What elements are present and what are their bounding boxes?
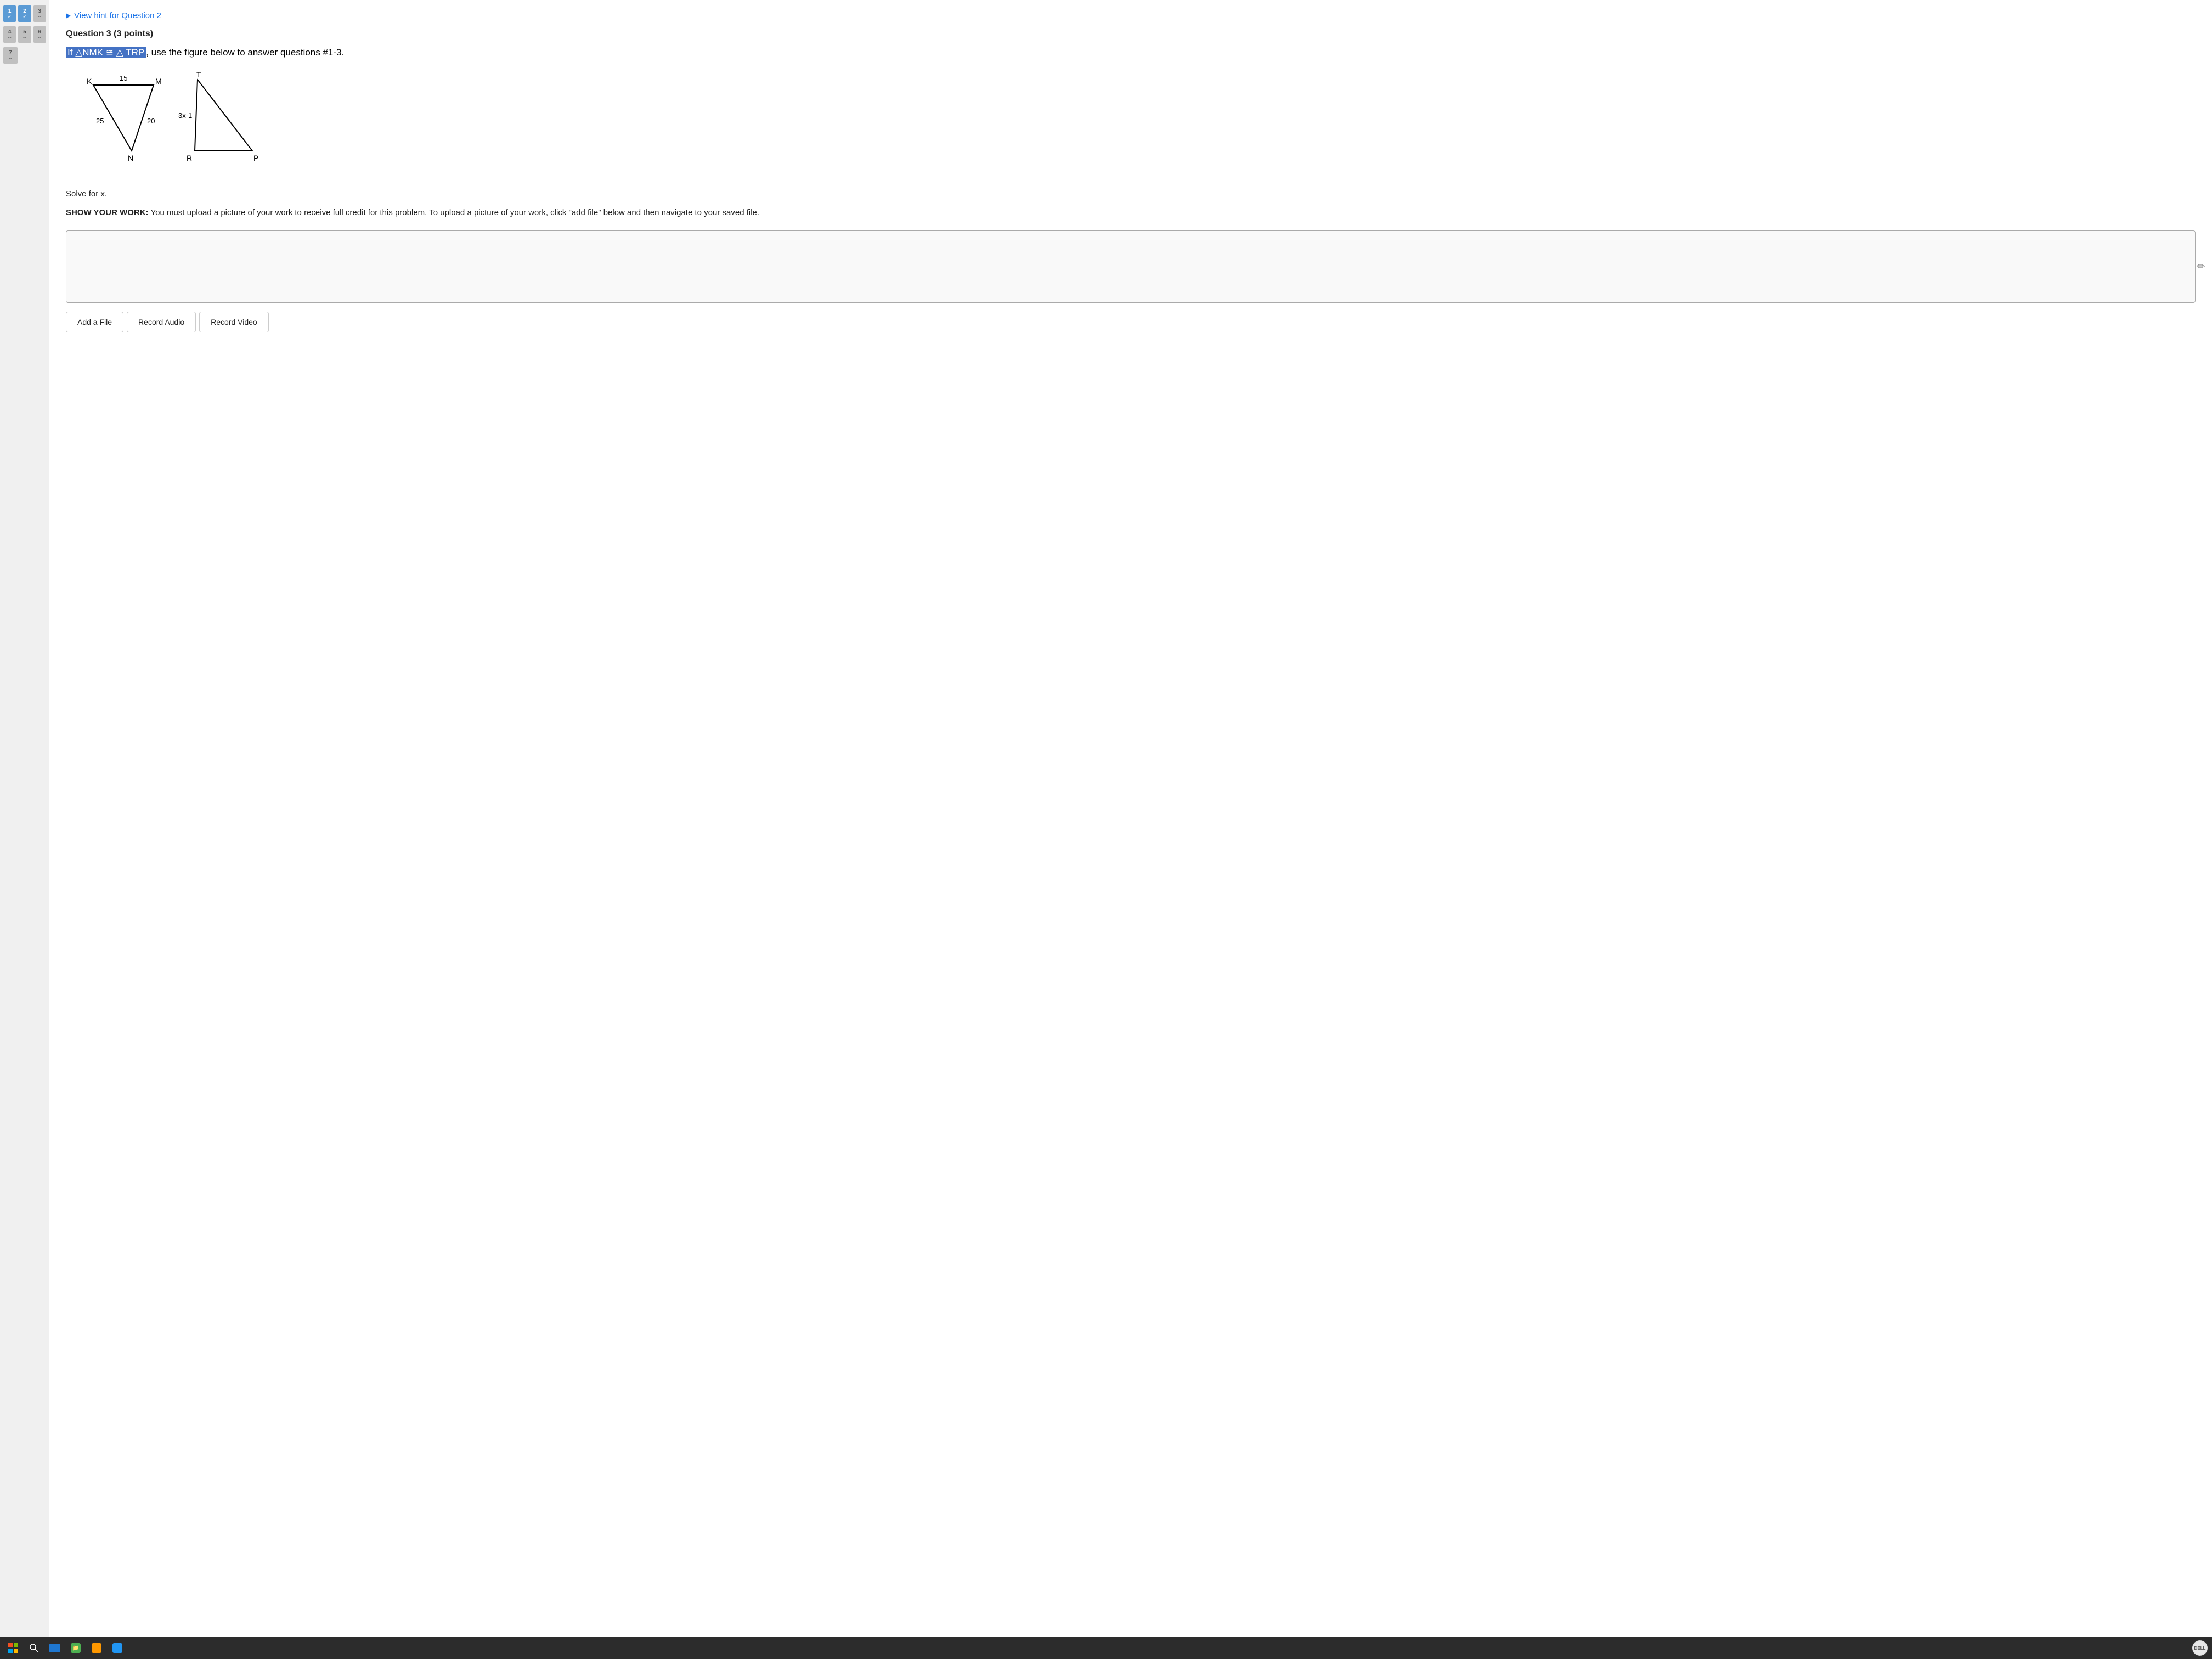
nav-num-6: 6: [38, 29, 42, 35]
nav-item-2[interactable]: 2 ✓: [18, 5, 31, 22]
hint-triangle-icon: [66, 13, 71, 19]
record-video-button[interactable]: Record Video: [199, 312, 269, 332]
nav-check-2: ✓: [22, 14, 27, 20]
triangle-figure: K M N 15 25 20 T R P 3x-1: [77, 69, 274, 178]
app-icon-orange: [92, 1643, 101, 1653]
pencil-icon: ✏: [2197, 261, 2205, 272]
nav-num-5: 5: [23, 29, 26, 35]
solve-text: Solve for x.: [66, 189, 2196, 199]
taskbar: 📁 DELL: [0, 1637, 2212, 1659]
nav-dash-7: --: [9, 56, 12, 61]
svg-text:K: K: [87, 77, 92, 86]
button-row: Add a File Record Audio Record Video: [66, 312, 2196, 332]
figure-area: K M N 15 25 20 T R P 3x-1: [77, 69, 274, 178]
taskbar-item-5[interactable]: [109, 1639, 126, 1657]
browser-icon: [49, 1644, 60, 1652]
add-file-button[interactable]: Add a File: [66, 312, 123, 332]
taskbar-item-4[interactable]: [88, 1639, 105, 1657]
svg-text:T: T: [196, 70, 201, 79]
nav-check-1: ✓: [8, 14, 12, 20]
taskbar-item-2[interactable]: [46, 1639, 64, 1657]
nav-dash-3: --: [38, 14, 41, 20]
nav-row-1: 1 ✓ 2 ✓ 3 --: [3, 5, 46, 22]
nav-item-6[interactable]: 6 --: [33, 26, 46, 43]
answer-box[interactable]: [66, 230, 2196, 303]
svg-text:3x-1: 3x-1: [178, 111, 192, 120]
nav-item-5[interactable]: 5 --: [18, 26, 31, 43]
record-audio-button[interactable]: Record Audio: [127, 312, 196, 332]
statement-highlighted: If △NMK ≅ △ TRP: [66, 47, 146, 58]
question-header: Question 3 (3 points): [66, 29, 2196, 39]
nav-dash-4: --: [8, 35, 12, 41]
folder-icon: 📁: [71, 1643, 81, 1653]
svg-text:M: M: [155, 77, 162, 86]
nav-item-3[interactable]: 3 --: [33, 5, 46, 22]
windows-icon: [8, 1643, 18, 1653]
nav-row-2: 4 -- 5 -- 6 --: [3, 26, 46, 43]
app-icon-blue: [112, 1643, 122, 1653]
svg-text:25: 25: [96, 117, 104, 125]
nav-num-7: 7: [9, 50, 12, 56]
nav-dash-5: --: [23, 35, 26, 41]
svg-text:N: N: [128, 154, 133, 162]
statement-suffix: , use the figure below to answer questio…: [146, 47, 344, 58]
nav-num-1: 1: [8, 8, 12, 14]
nav-num-2: 2: [23, 8, 26, 14]
answer-input-area[interactable]: [66, 231, 2195, 302]
hint-label: View hint for Question 2: [74, 11, 161, 20]
dell-logo: DELL: [2192, 1640, 2208, 1656]
show-work-body: You must upload a picture of your work t…: [150, 208, 759, 217]
svg-text:P: P: [253, 154, 258, 162]
svg-text:20: 20: [147, 117, 155, 125]
nav-item-1[interactable]: 1 ✓: [3, 5, 16, 22]
svg-text:15: 15: [120, 74, 127, 82]
question-statement: If △NMK ≅ △ TRP, use the figure below to…: [66, 46, 2196, 60]
nav-num-3: 3: [38, 8, 42, 14]
svg-text:R: R: [187, 154, 192, 162]
hint-link[interactable]: View hint for Question 2: [66, 11, 2196, 20]
nav-row-3: 7 --: [3, 47, 46, 64]
nav-item-4[interactable]: 4 --: [3, 26, 16, 43]
answer-box-container: ✏: [66, 230, 2196, 303]
taskbar-item-3[interactable]: 📁: [67, 1639, 84, 1657]
sidebar: 1 ✓ 2 ✓ 3 -- 4 -- 5 -- 6 -- 7 --: [0, 0, 49, 1659]
nav-item-7[interactable]: 7 --: [3, 47, 18, 64]
show-work-text: SHOW YOUR WORK: You must upload a pictur…: [66, 206, 2196, 219]
start-button[interactable]: [4, 1639, 22, 1657]
show-work-bold: SHOW YOUR WORK:: [66, 208, 149, 217]
search-taskbar[interactable]: [25, 1639, 43, 1657]
main-content: View hint for Question 2 Question 3 (3 p…: [49, 0, 2212, 1659]
search-icon: [30, 1644, 38, 1652]
nav-num-4: 4: [8, 29, 12, 35]
nav-dash-6: --: [38, 35, 41, 41]
